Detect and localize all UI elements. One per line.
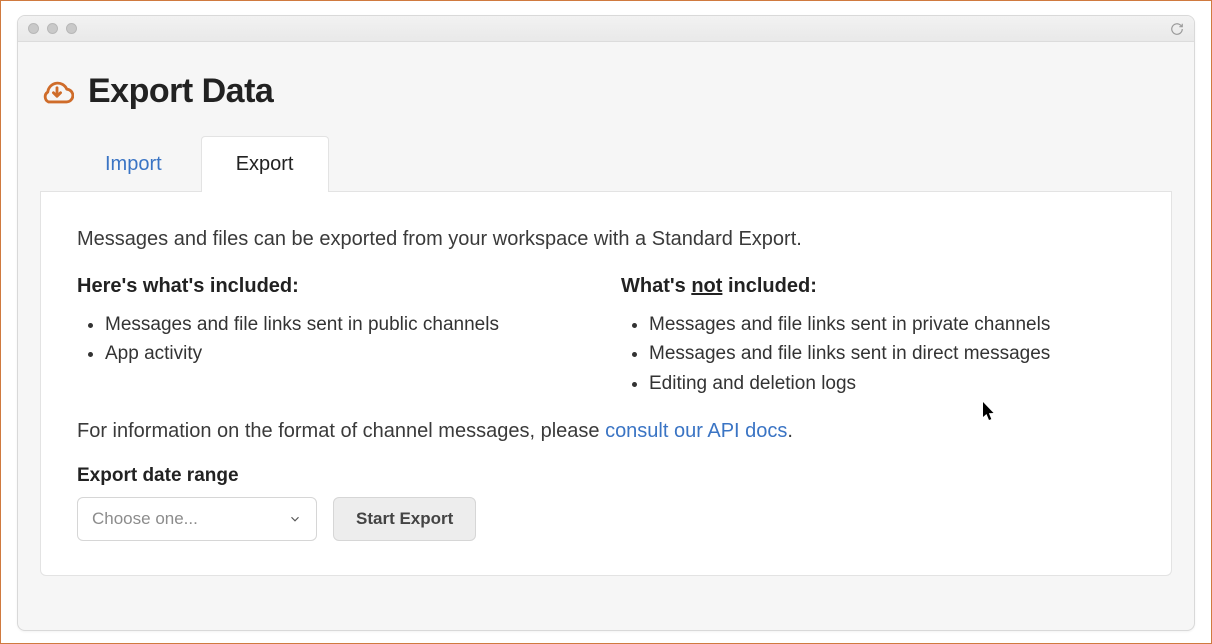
- traffic-zoom[interactable]: [66, 23, 77, 34]
- api-docs-link[interactable]: consult our API docs: [605, 420, 787, 442]
- export-controls: Choose one... Start Export: [77, 497, 1135, 541]
- page-header: Export Data: [40, 72, 1172, 111]
- cloud-download-icon: [40, 75, 74, 109]
- start-export-button[interactable]: Start Export: [333, 497, 476, 541]
- page-content: Export Data Import Export Messages and f…: [18, 42, 1194, 630]
- list-item: Messages and file links sent in direct m…: [649, 339, 1135, 368]
- page-title: Export Data: [88, 72, 273, 111]
- list-item: Messages and file links sent in private …: [649, 310, 1135, 339]
- included-list: Messages and file links sent in public c…: [77, 310, 591, 369]
- tab-import[interactable]: Import: [70, 136, 197, 192]
- select-placeholder: Choose one...: [92, 509, 198, 529]
- not-included-col: What's not included: Messages and file l…: [621, 275, 1135, 398]
- list-item: App activity: [105, 339, 591, 368]
- app-window: Export Data Import Export Messages and f…: [17, 15, 1195, 631]
- window-titlebar: [18, 16, 1194, 42]
- refresh-icon[interactable]: [1170, 22, 1184, 36]
- not-included-list: Messages and file links sent in private …: [621, 310, 1135, 398]
- mouse-cursor-icon: [982, 402, 996, 422]
- included-columns: Here's what's included: Messages and fil…: [77, 275, 1135, 398]
- date-range-label: Export date range: [77, 465, 1135, 487]
- list-item: Messages and file links sent in public c…: [105, 310, 591, 339]
- traffic-minimize[interactable]: [47, 23, 58, 34]
- traffic-close[interactable]: [28, 23, 39, 34]
- included-heading: Here's what's included:: [77, 275, 591, 298]
- not-included-heading: What's not included:: [621, 275, 1135, 298]
- date-range-select[interactable]: Choose one...: [77, 497, 317, 541]
- tabs: Import Export: [40, 135, 1172, 192]
- tab-export[interactable]: Export: [201, 136, 329, 192]
- footnote: For information on the format of channel…: [77, 420, 1135, 443]
- traffic-lights: [28, 23, 77, 34]
- included-col: Here's what's included: Messages and fil…: [77, 275, 591, 398]
- list-item: Editing and deletion logs: [649, 369, 1135, 398]
- export-panel: Messages and files can be exported from …: [40, 192, 1172, 576]
- chevron-down-icon: [288, 512, 302, 526]
- intro-text: Messages and files can be exported from …: [77, 228, 1135, 251]
